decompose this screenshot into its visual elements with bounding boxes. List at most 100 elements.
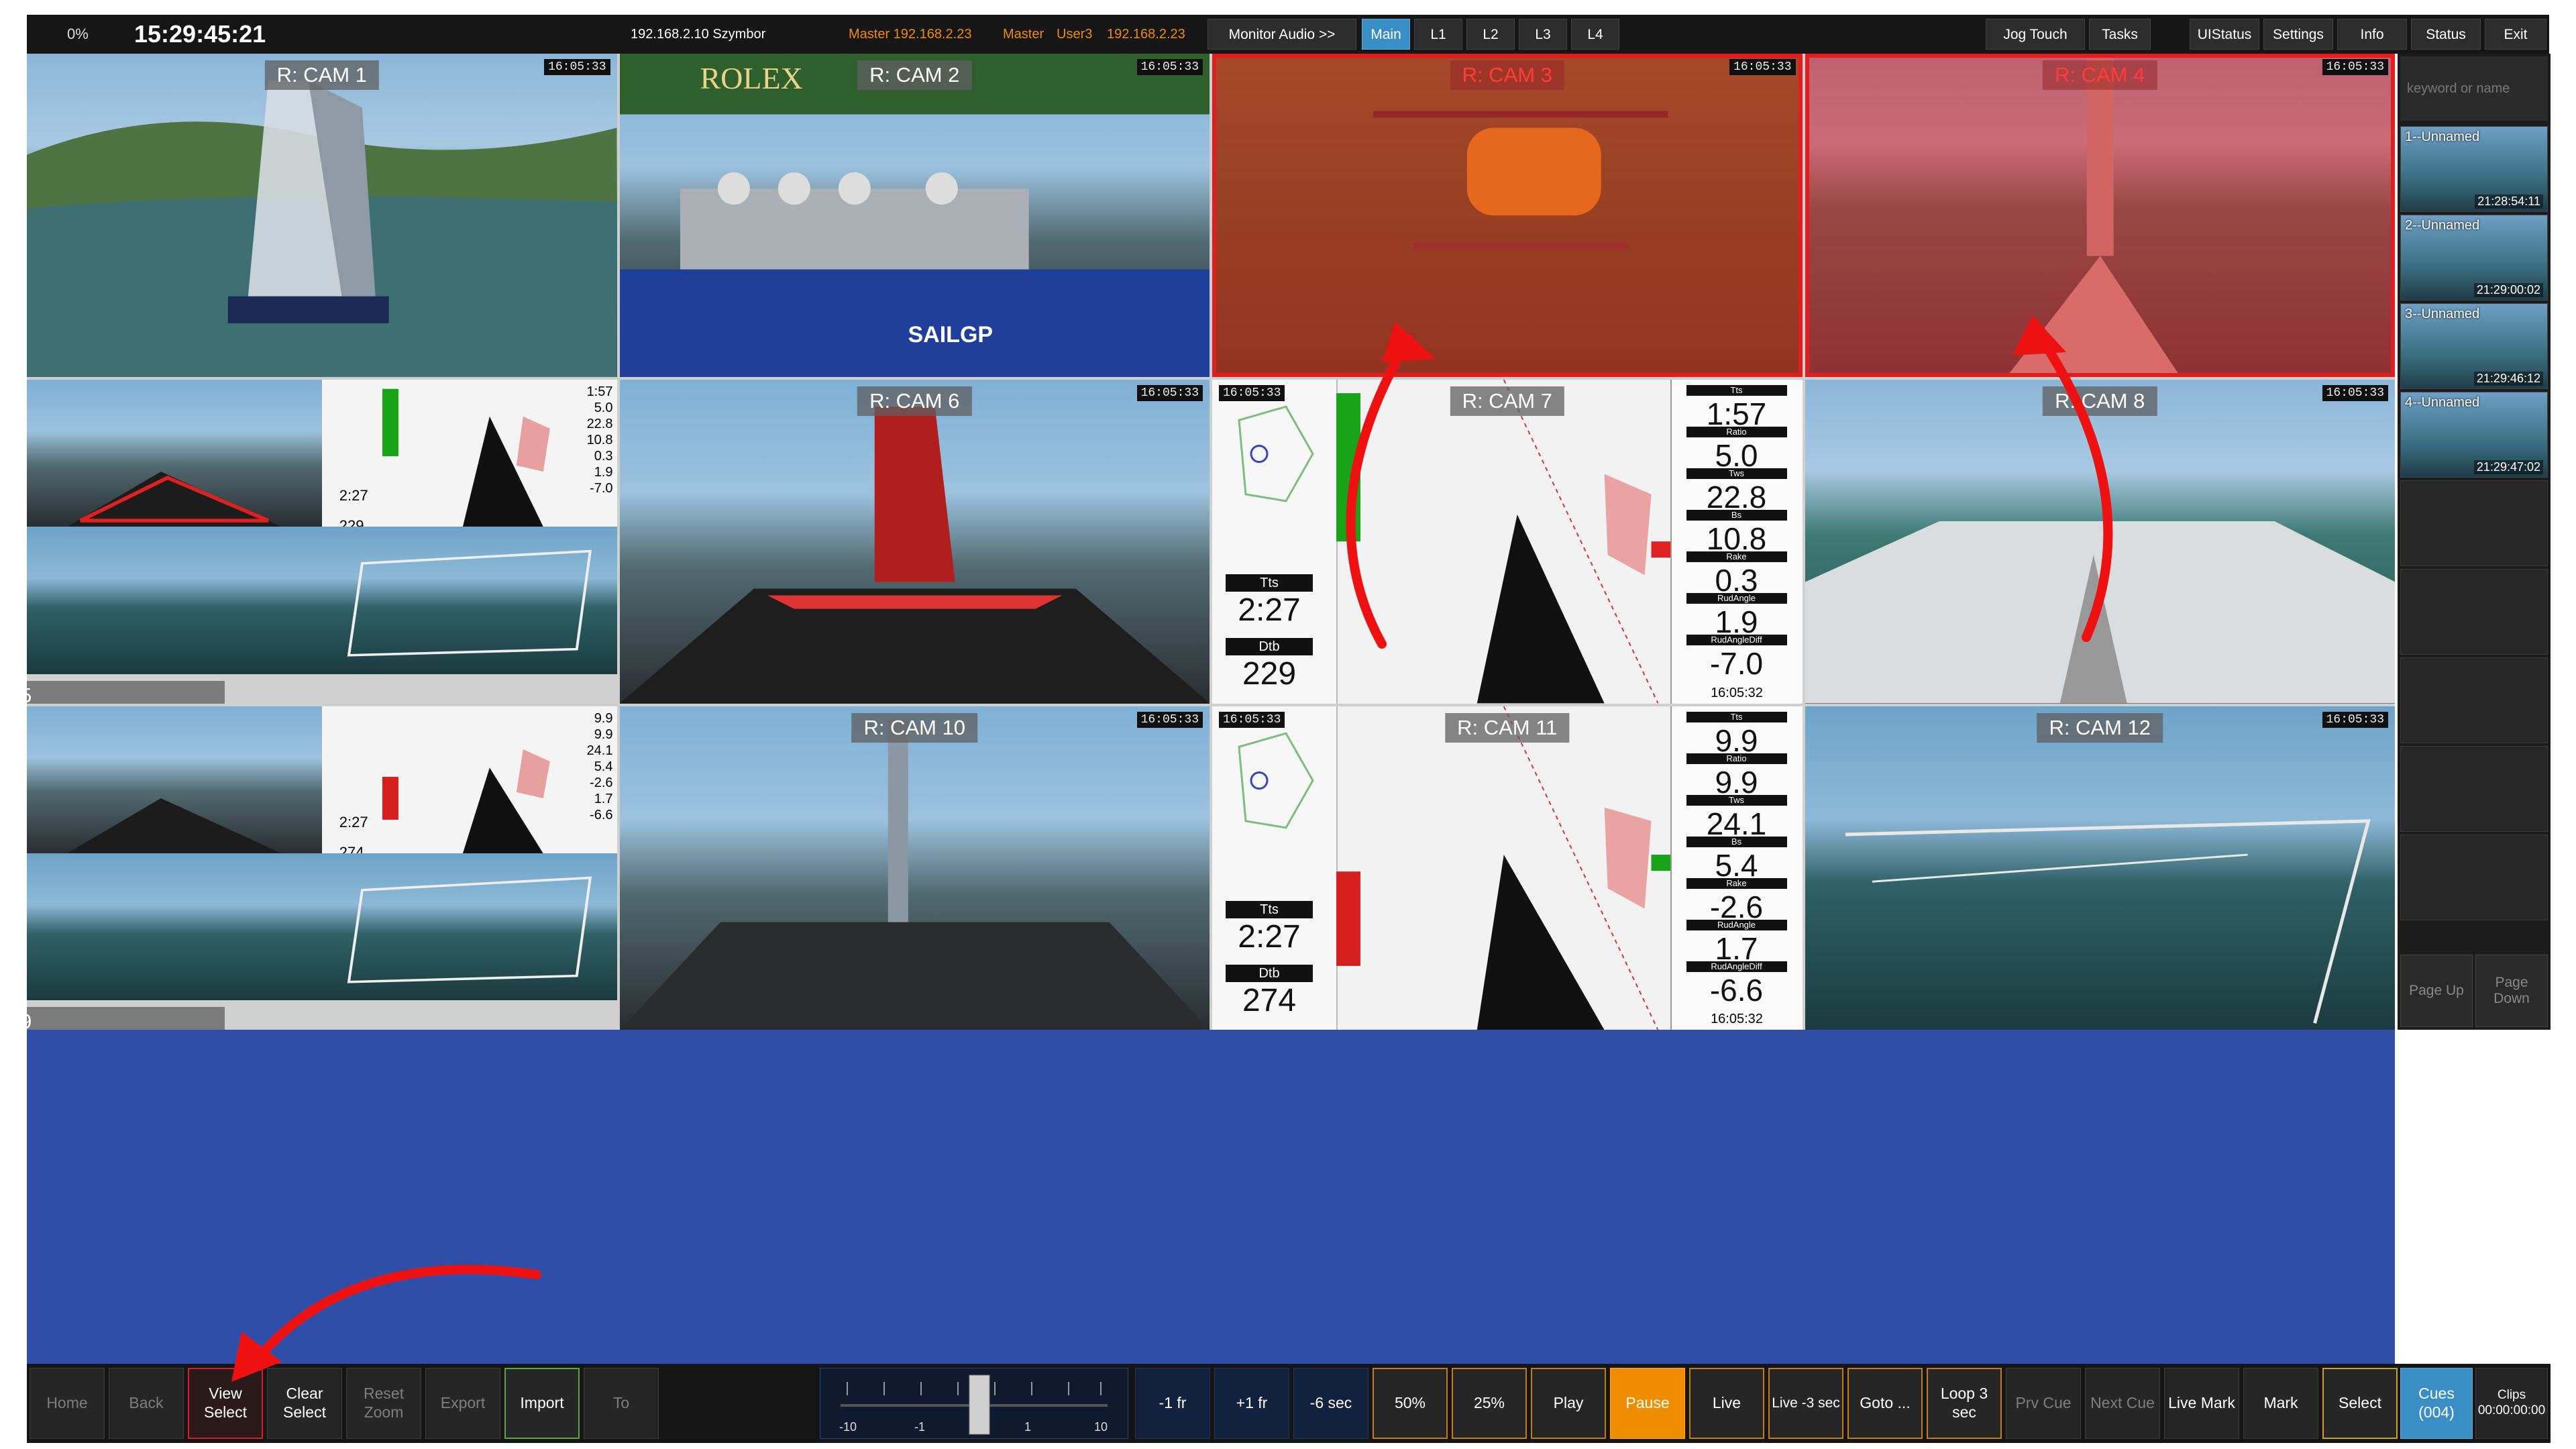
shuttle-label-minus1: -1 (914, 1420, 926, 1434)
cam-12-tile[interactable]: R: CAM 12 16:05:33 (1805, 706, 2395, 1030)
loop-3-sec-button[interactable]: Loop 3 sec (1927, 1368, 2002, 1439)
cam-3-tile[interactable]: R: CAM 3 16:05:33 (1212, 54, 1803, 378)
mark-button[interactable]: Mark (2243, 1368, 2318, 1439)
tab-main[interactable]: Main (1362, 19, 1410, 50)
cam-11-data-time: 16:05:32 (1711, 1012, 1763, 1026)
cam-6-feed (619, 407, 1210, 704)
info-button[interactable]: Info (2337, 19, 2407, 50)
plus-1-frame-button[interactable]: +1 fr (1214, 1368, 1289, 1439)
next-cue-button[interactable]: Next Cue (2085, 1368, 2160, 1439)
monitor-audio-button[interactable]: Monitor Audio >> (1208, 19, 1356, 50)
cam-7-tile[interactable]: Tts 2:27 Dtb 229 Tts 1:57 Ratio 5.0 Tws 22.… (1212, 380, 1803, 704)
cam-12-timecode: 16:05:33 (2322, 711, 2388, 728)
home-button[interactable]: Home (30, 1368, 105, 1439)
clip-item[interactable]: 2--Unnamed 21:29:00:02 (2400, 215, 2548, 301)
clip-item[interactable]: 4--Unnamed 21:29:47:02 (2400, 392, 2548, 478)
empty-clip-slot[interactable] (2400, 746, 2548, 832)
shuttle-slider[interactable]: -10 -1 1 10 (820, 1368, 1128, 1439)
cam-9-tile[interactable]: 2:27 274 9.99.9 24.15.4 -2.61.7 -6.6 R: … (27, 706, 617, 1030)
to-button[interactable]: To (584, 1368, 659, 1439)
tab-l3[interactable]: L3 (1519, 19, 1567, 50)
empty-clip-slot[interactable] (2400, 480, 2548, 566)
pause-button[interactable]: Pause (1610, 1368, 1685, 1439)
reset-zoom-button[interactable]: Reset Zoom (346, 1368, 421, 1439)
page-down-button[interactable]: Page Down (2475, 955, 2548, 1027)
cam-8-label: R: CAM 8 (2043, 386, 2157, 417)
cam-9-quad-deck (27, 706, 322, 853)
top-bar: 0% 15:29:45:21 192.168.2.10 Szymbor Mast… (27, 15, 2549, 54)
clips-button[interactable]: Clips 00:00:00:00 (2475, 1368, 2548, 1439)
cam-8-feed (1805, 521, 2395, 704)
live-button[interactable]: Live (1689, 1368, 1764, 1439)
cam-11-stat-ratio: Ratio 9.9 (1686, 753, 1787, 800)
status-button[interactable]: Status (2411, 19, 2481, 50)
speed-50-button[interactable]: 50% (1373, 1368, 1448, 1439)
back-button[interactable]: Back (109, 1368, 184, 1439)
blue-workspace (27, 1030, 2395, 1364)
page-up-button[interactable]: Page Up (2400, 955, 2473, 1027)
uistatus-button[interactable]: UIStatus (2190, 19, 2259, 50)
empty-clip-slot[interactable] (2400, 835, 2548, 920)
tab-l4[interactable]: L4 (1571, 19, 1619, 50)
rolex-sign: ROLEX (700, 61, 803, 95)
jog-touch-button[interactable]: Jog Touch (1986, 19, 2085, 50)
cam-6-tile[interactable]: R: CAM 6 16:05:33 (619, 380, 1210, 704)
speed-25-button[interactable]: 25% (1452, 1368, 1527, 1439)
cam-2-label: R: CAM 2 (857, 60, 972, 90)
minus-1-frame-button[interactable]: -1 fr (1135, 1368, 1210, 1439)
tab-l1[interactable]: L1 (1414, 19, 1462, 50)
settings-button[interactable]: Settings (2263, 19, 2333, 50)
cam-9-quad-telemetry: 2:27 274 9.9 9.9 24.1 5.4 -2.6 1.7 -6.6 (321, 706, 617, 853)
clip-item[interactable]: 3--Unnamed 21:29:46:12 (2400, 303, 2548, 389)
live-minus-3-sec-button[interactable]: Live -3 sec (1768, 1368, 1843, 1439)
select-button[interactable]: Select (2322, 1368, 2398, 1439)
cam-11-stat-rudanglediff: RudAngleDiff -6.6 (1686, 961, 1787, 1008)
clip-search-input[interactable]: keyword or name (2400, 56, 2548, 121)
bottom-control-bar: Home Back View Select Clear Select Reset… (27, 1364, 2551, 1443)
import-button[interactable]: Import (504, 1368, 580, 1439)
view-select-button[interactable]: View Select (188, 1368, 263, 1439)
cam-10-tile[interactable]: R: CAM 10 16:05:33 (619, 706, 1210, 1030)
cam-5-quad-deck (27, 380, 322, 527)
empty-clip-slot[interactable] (2400, 657, 2548, 743)
user-ip: 192.168.2.23 (1107, 27, 1185, 42)
host-address: 192.168.2.10 Szymbor (631, 27, 766, 42)
cam-11-laylines (1336, 706, 1672, 1030)
export-button[interactable]: Export (425, 1368, 500, 1439)
clear-select-button[interactable]: Clear Select (267, 1368, 342, 1439)
cam-1-timecode: 16:05:33 (544, 59, 610, 75)
cam-11-label: R: CAM 11 (1445, 712, 1570, 743)
live-mark-button[interactable]: Live Mark (2164, 1368, 2239, 1439)
cam-1-tile[interactable]: R: CAM 1 16:05:33 (27, 54, 617, 378)
cam-3-label: R: CAM 3 (1450, 60, 1564, 90)
cam-4-tile[interactable]: R: CAM 4 16:05:33 (1805, 54, 2395, 378)
cues-button[interactable]: Cues (004) (2400, 1368, 2473, 1439)
cam-7-stat-rake: Rake 0.3 (1686, 551, 1787, 598)
cam-5-label: R: CAM 5 (27, 680, 225, 704)
cam-11-tile[interactable]: Tts 2:27 Dtb 274 Tts 9.9 Ratio 9.9 Tws 24.1… (1212, 706, 1803, 1030)
cam-9-mini-dtb: 274 (339, 843, 364, 853)
tab-l2[interactable]: L2 (1466, 19, 1515, 50)
cam-11-dtb: Dtb 274 (1226, 964, 1313, 1019)
master-user: Master (1003, 27, 1044, 42)
exit-button[interactable]: Exit (2485, 19, 2546, 50)
goto-button[interactable]: Goto ... (1847, 1368, 1923, 1439)
cam-2-timecode: 16:05:33 (1136, 59, 1203, 75)
cam-7-stat-tws: Tws 22.8 (1686, 468, 1787, 515)
minus-6-sec-button[interactable]: -6 sec (1293, 1368, 1368, 1439)
cam-7-stat-ratio: Ratio 5.0 (1686, 427, 1787, 474)
clip-item[interactable]: 1--Unnamed 21:28:54:11 (2400, 126, 2548, 212)
cam-5-tile[interactable]: 2:27 229 1:575.0 22.810.8 0.31.9 -7.0 R:… (27, 380, 617, 704)
cam-8-tile[interactable]: R: CAM 8 16:05:33 (1805, 380, 2395, 704)
empty-clip-slot[interactable] (2400, 569, 2548, 655)
tasks-button[interactable]: Tasks (2089, 19, 2151, 50)
cam-9-quad-course (27, 853, 322, 1000)
cam-8-timecode: 16:05:33 (2322, 385, 2388, 402)
cam-7-stat-tts: Tts 1:57 (1686, 385, 1787, 432)
cam-7-label: R: CAM 7 (1450, 386, 1564, 417)
cam-5-mini-values: 1:57 5.0 22.8 10.8 0.3 1.9 -7.0 (586, 384, 613, 496)
prev-cue-button[interactable]: Prv Cue (2006, 1368, 2081, 1439)
cam-7-dtb: Dtb 229 (1226, 638, 1313, 692)
cam-2-tile[interactable]: ROLEX SAILGP R: CAM 2 16:05:33 (619, 54, 1210, 378)
play-button[interactable]: Play (1531, 1368, 1606, 1439)
